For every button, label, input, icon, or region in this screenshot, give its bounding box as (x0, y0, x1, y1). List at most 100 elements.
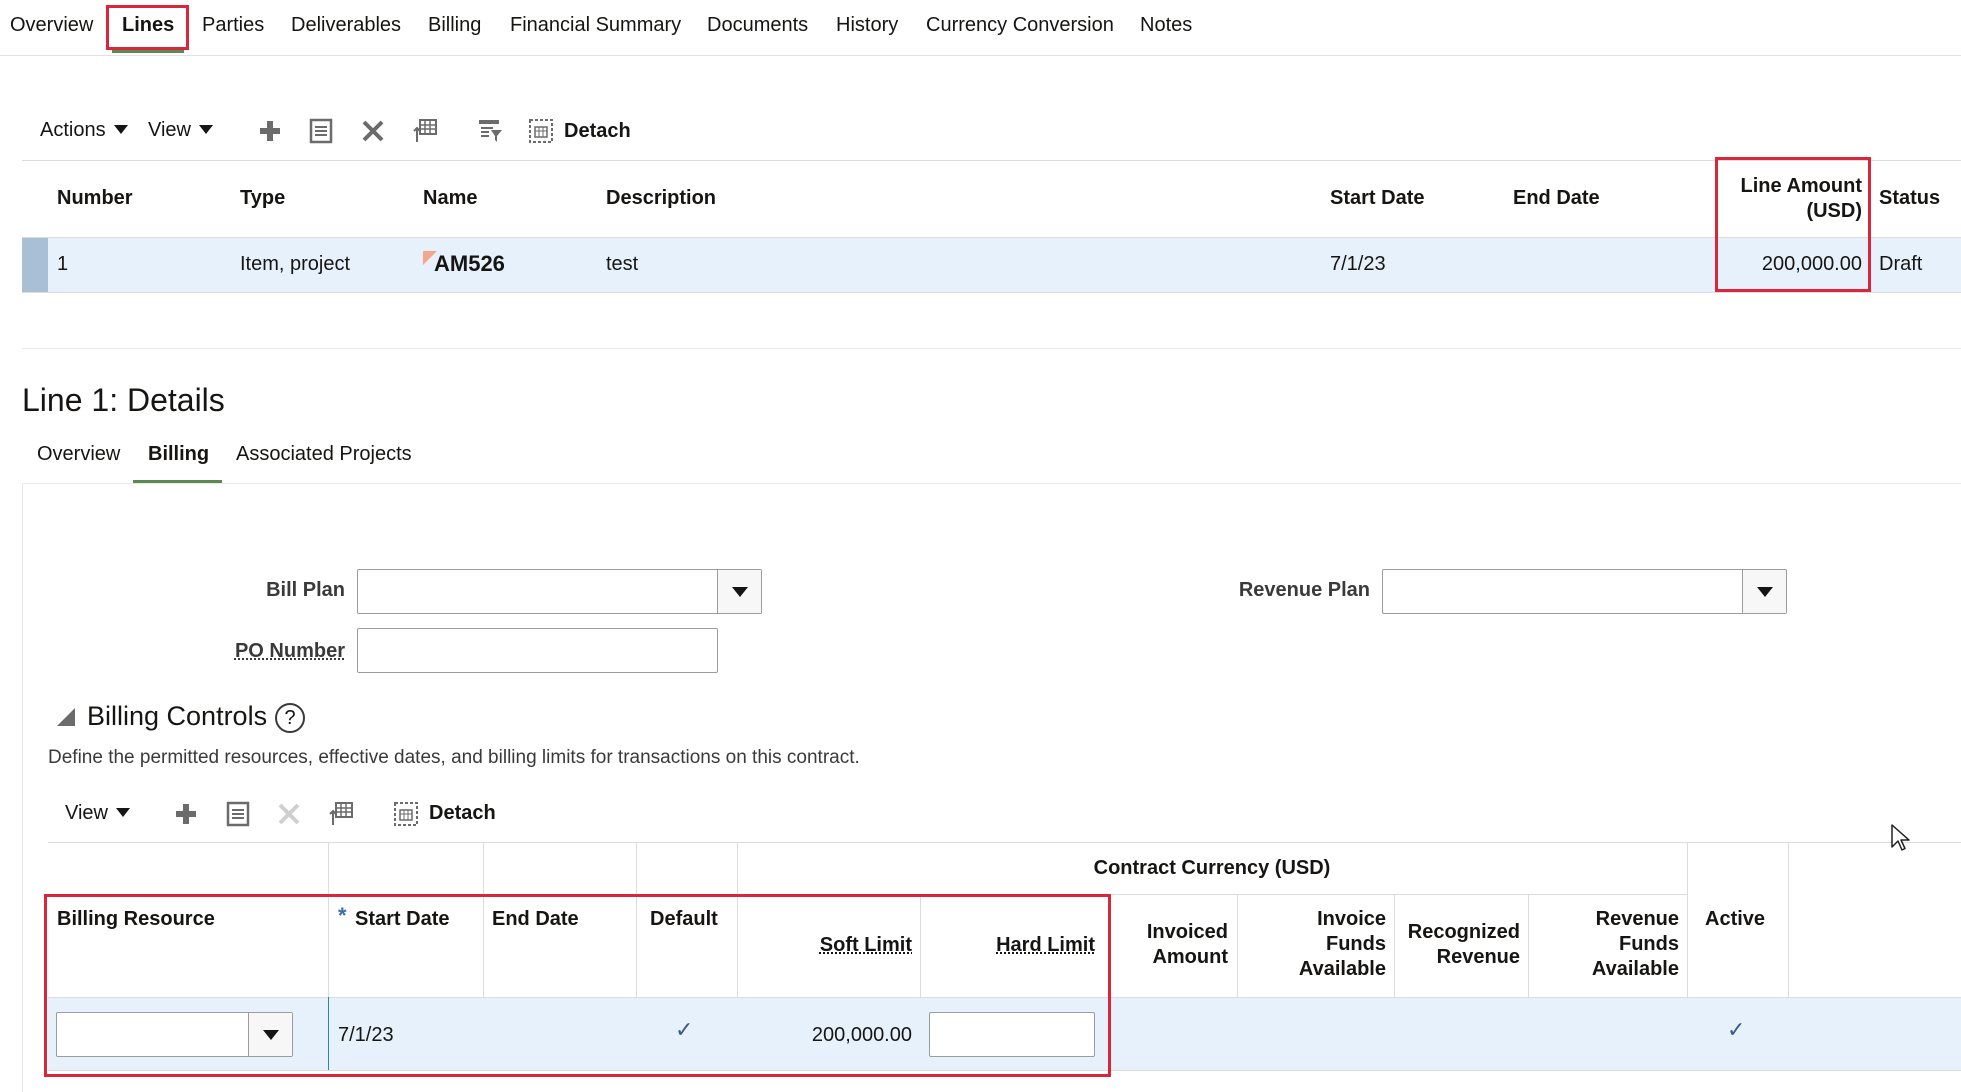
view-menu[interactable]: View (148, 119, 213, 142)
tab-overview[interactable]: Overview (10, 14, 93, 37)
hard-limit-input[interactable] (929, 1012, 1095, 1057)
bc-col-divider (1237, 894, 1238, 997)
bc-col-divider (1528, 894, 1529, 997)
bill-plan-label: Bill Plan (266, 579, 345, 601)
row-bottom-border (22, 292, 1961, 293)
chevron-down-icon (199, 125, 213, 134)
mouse-cursor-icon (1890, 823, 1912, 853)
bc-col-header-billing-resource[interactable]: Billing Resource (57, 908, 215, 931)
bc-row-top-border (48, 997, 1961, 998)
revenue-plan-label: Revenue Plan (1238, 579, 1370, 601)
bc-detach-icon[interactable] (392, 800, 420, 828)
chevron-down-icon (113, 125, 128, 134)
details-tab-billing[interactable]: Billing (148, 443, 209, 466)
bc-group-header-contract-currency: Contract Currency (USD) (1093, 857, 1331, 879)
bc-delete-icon[interactable] (275, 800, 303, 828)
details-title: Line 1: Details (22, 382, 225, 418)
tab-documents[interactable]: Documents (707, 14, 808, 37)
tab-deliverables[interactable]: Deliverables (291, 14, 401, 37)
bill-plan-dropdown-icon[interactable] (717, 570, 761, 613)
bc-col-header-recognized-revenue[interactable]: Recognized Revenue (1396, 920, 1520, 970)
freeze-columns-icon[interactable] (411, 117, 439, 145)
col-header-description[interactable]: Description (606, 187, 716, 210)
cell-description: test (606, 253, 639, 275)
bc-col-divider (1110, 894, 1111, 997)
actions-menu[interactable]: Actions (40, 119, 128, 142)
po-number-input[interactable] (357, 628, 718, 673)
bc-group-header-border (737, 894, 1687, 895)
active-check-icon: ✓ (1727, 1017, 1746, 1042)
col-header-end-date[interactable]: End Date (1513, 187, 1600, 210)
col-header-start-date[interactable]: Start Date (1330, 187, 1424, 210)
bc-edit-list-icon[interactable] (224, 800, 252, 828)
delete-icon[interactable] (359, 117, 387, 145)
tab-currency-conversion[interactable]: Currency Conversion (926, 14, 1114, 37)
bc-col-header-active[interactable]: Active (1705, 908, 1765, 931)
bc-col-header-default[interactable]: Default (650, 908, 718, 931)
bc-col-divider (1394, 894, 1395, 997)
active-tab-indicator (112, 50, 184, 53)
add-icon[interactable] (256, 117, 284, 145)
bc-col-divider (636, 842, 637, 997)
billing-controls-title: Billing Controls (87, 701, 268, 731)
tab-notes[interactable]: Notes (1140, 14, 1192, 37)
detach-icon[interactable] (527, 117, 555, 145)
col-header-name[interactable]: Name (423, 187, 477, 210)
edit-list-icon[interactable] (307, 117, 335, 145)
cell-start-date: 7/1/23 (1330, 253, 1386, 275)
bc-cell-start-date: 7/1/23 (338, 1024, 394, 1046)
bc-col-header-revenue-funds-available[interactable]: Revenue Funds Available (1530, 907, 1679, 982)
cell-type: Item, project (240, 253, 351, 275)
bc-col-header-end-date[interactable]: End Date (492, 908, 579, 931)
bc-table-top-border (48, 842, 1961, 843)
row-selector[interactable] (22, 237, 48, 292)
tab-parties[interactable]: Parties (202, 14, 264, 37)
billing-controls-description: Define the permitted resources, effectiv… (48, 747, 860, 768)
detach-button[interactable]: Detach (564, 120, 631, 143)
collapse-triangle-icon[interactable] (57, 708, 75, 726)
tab-lines[interactable]: Lines (122, 14, 174, 37)
bc-view-menu[interactable]: View (65, 802, 130, 825)
tab-billing[interactable]: Billing (428, 14, 481, 37)
cell-number: 1 (57, 253, 69, 275)
cell-name-link[interactable]: AM526 (434, 251, 505, 277)
billing-resource-dropdown-icon[interactable] (248, 1013, 292, 1056)
query-by-example-icon[interactable] (476, 117, 504, 145)
panel-left-border (22, 483, 23, 1092)
details-tab-associated-projects[interactable]: Associated Projects (236, 443, 412, 466)
col-header-type[interactable]: Type (240, 187, 285, 210)
bc-freeze-columns-icon[interactable] (327, 800, 355, 828)
revenue-plan-dropdown-icon[interactable] (1742, 570, 1786, 613)
chevron-down-icon (116, 808, 130, 817)
row-top-border (22, 237, 1961, 238)
cell-line-amount: 200,000.00 (1761, 253, 1862, 275)
bc-add-icon[interactable] (172, 800, 200, 828)
cell-status: Draft (1879, 253, 1923, 275)
bc-col-header-start-date[interactable]: Start Date (355, 908, 449, 931)
bc-row-divider (328, 997, 329, 1070)
bc-cell-soft-limit: 200,000.00 (811, 1024, 912, 1046)
bc-col-divider (1788, 842, 1789, 997)
bc-col-header-invoiced-amount[interactable]: Invoiced Amount (1112, 920, 1228, 970)
bc-col-header-invoice-funds-available[interactable]: Invoice Funds Available (1239, 907, 1386, 982)
bill-plan-select[interactable] (357, 569, 762, 614)
bc-col-header-hard-limit[interactable]: Hard Limit (923, 934, 1095, 957)
details-tab-overview[interactable]: Overview (37, 443, 120, 466)
revenue-plan-select[interactable] (1382, 569, 1787, 614)
col-header-status[interactable]: Status (1879, 187, 1940, 210)
col-header-number[interactable]: Number (57, 187, 133, 210)
tab-history[interactable]: History (836, 14, 898, 37)
bc-col-divider (1687, 842, 1688, 997)
bc-col-header-soft-limit[interactable]: Soft Limit (740, 934, 912, 957)
help-icon[interactable]: ? (275, 703, 305, 733)
bc-row-bottom-border (48, 1070, 1961, 1071)
default-check-icon: ✓ (675, 1017, 694, 1042)
col-header-line-amount[interactable]: Line Amount (USD) (1720, 174, 1862, 224)
subtab-bar-border (22, 483, 1961, 484)
tab-financial-summary[interactable]: Financial Summary (510, 14, 681, 37)
bc-detach-button[interactable]: Detach (429, 802, 496, 825)
billing-resource-select[interactable] (56, 1012, 293, 1057)
required-asterisk: * (338, 903, 347, 928)
table-top-border (22, 160, 1961, 161)
section-divider (22, 348, 1961, 349)
